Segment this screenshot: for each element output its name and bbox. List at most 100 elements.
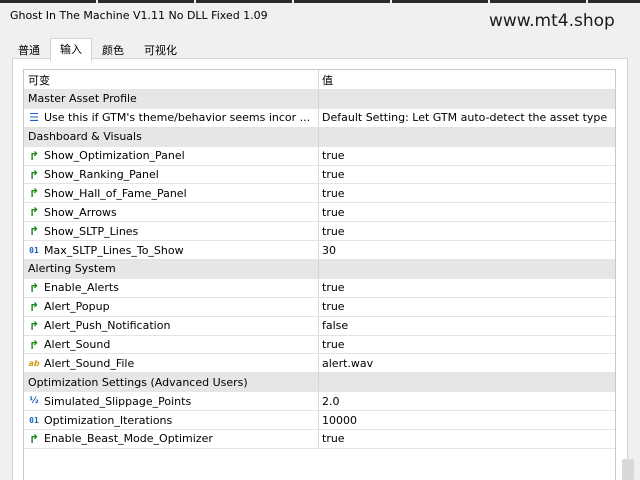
param-name-cell: Dashboard & Visuals [24, 127, 319, 146]
param-value-cell[interactable]: true [319, 166, 615, 184]
param-name: Enable_Beast_Mode_Optimizer [44, 432, 213, 446]
param-name: Optimization_Iterations [44, 413, 173, 427]
param-name: Alert_Push_Notification [44, 319, 171, 333]
param-name: Show_Ranking_Panel [44, 168, 159, 181]
table-row[interactable]: ↱ Show_Hall_of_Fame_Panel true [24, 184, 615, 204]
param-name: Max_SLTP_Lines_To_Show [44, 243, 184, 257]
group-row: Optimization Settings (Advanced Users) [24, 373, 615, 393]
param-name: Show_Hall_of_Fame_Panel [44, 186, 187, 200]
table-header: 可变 值 [24, 70, 615, 90]
table-row[interactable]: ↱ Alert_Popup true [24, 297, 615, 317]
group-label: Alerting System [28, 262, 116, 276]
param-name: Alert_Popup [44, 300, 110, 314]
inputs-table: 可变 值 Master Asset Profile ☰ Use this if GT… [23, 69, 616, 480]
scrollbar-thumb[interactable] [622, 459, 634, 480]
param-name-cell: ab Alert_Sound_File [24, 354, 319, 373]
int-icon: 01 [29, 415, 39, 425]
bool-icon: ↱ [28, 280, 40, 295]
group-row: Alerting System [24, 260, 615, 279]
table-row[interactable]: ↱ Enable_Beast_Mode_Optimizer true [24, 430, 615, 449]
string-icon: ab [28, 358, 40, 368]
param-value: true [322, 186, 345, 200]
param-value: true [322, 149, 345, 163]
param-value: true [322, 338, 345, 352]
watermark-text: www.mt4.shop [489, 11, 615, 31]
bool-icon: ↱ [28, 431, 40, 446]
group-row: Master Asset Profile [24, 90, 615, 109]
int-icon: 01 [29, 245, 39, 255]
table-row[interactable]: 01 Max_SLTP_Lines_To_Show 30 [24, 241, 615, 261]
param-name-cell: ☰ Use this if GTM's theme/behavior seems … [24, 108, 319, 127]
param-name: Alert_Sound_File [44, 356, 135, 370]
param-value-cell[interactable]: true [319, 203, 615, 221]
table-row[interactable]: ↱ Show_Optimization_Panel true [24, 146, 615, 166]
bool-icon: ↱ [28, 299, 40, 314]
param-name-cell: ↱ Enable_Alerts [24, 278, 319, 297]
group-row: Dashboard & Visuals [24, 127, 615, 147]
param-value: true [322, 168, 345, 181]
param-name: Show_Optimization_Panel [44, 149, 185, 163]
header-value[interactable]: 值 [319, 70, 615, 89]
param-value: 2.0 [322, 394, 340, 408]
table-row[interactable]: ½ Simulated_Slippage_Points 2.0 [24, 392, 615, 412]
group-label: Master Asset Profile [28, 92, 137, 106]
param-value-cell[interactable]: 30 [319, 241, 615, 259]
param-name: Use this if GTM's theme/behavior seems i… [44, 111, 311, 125]
group-label: Dashboard & Visuals [28, 130, 142, 144]
param-name: Show_SLTP_Lines [44, 224, 139, 238]
table-row[interactable]: ↱ Alert_Sound true [24, 335, 615, 355]
bool-icon: ↱ [28, 148, 40, 163]
table-row[interactable]: ↱ Alert_Push_Notification false [24, 316, 615, 336]
param-value: true [322, 281, 345, 295]
bool-icon: ↱ [28, 318, 40, 333]
table-row[interactable]: ☰ Use this if GTM's theme/behavior seems … [24, 108, 615, 128]
param-name: Enable_Alerts [44, 281, 119, 295]
param-name-cell: Master Asset Profile [24, 90, 319, 108]
param-name-cell: 01 Optimization_Iterations [24, 411, 319, 430]
tab-inputs[interactable]: 输入 [50, 38, 92, 62]
table-row[interactable]: ab Alert_Sound_File alert.wav [24, 354, 615, 374]
param-name: Alert_Sound [44, 338, 111, 352]
param-name-cell: ↱ Show_Ranking_Panel [24, 165, 319, 184]
param-value: 30 [322, 243, 336, 257]
param-value-cell[interactable]: true [319, 184, 615, 202]
table-row[interactable]: ↱ Show_SLTP_Lines true [24, 222, 615, 242]
param-name-cell: ↱ Enable_Beast_Mode_Optimizer [24, 430, 319, 448]
param-value-cell[interactable]: true [319, 430, 615, 448]
param-name-cell: ½ Simulated_Slippage_Points [24, 392, 319, 411]
param-value-cell[interactable]: alert.wav [319, 354, 615, 372]
double-icon: ½ [29, 396, 39, 407]
param-value: false [322, 319, 349, 333]
param-value-cell[interactable]: true [319, 298, 615, 316]
param-name-cell: ↱ Show_Hall_of_Fame_Panel [24, 184, 319, 203]
param-value-cell[interactable]: false [319, 317, 615, 335]
table-row[interactable]: 01 Optimization_Iterations 10000 [24, 411, 615, 431]
group-value-cell [319, 260, 615, 278]
header-variable[interactable]: 可变 [24, 70, 319, 89]
param-name-cell: ↱ Show_Arrows [24, 203, 319, 222]
param-value: true [322, 224, 345, 238]
group-value-cell [319, 90, 615, 108]
table-row[interactable]: ↱ Show_Ranking_Panel true [24, 165, 615, 185]
param-value-cell[interactable]: Default Setting: Let GTM auto-detect the… [319, 109, 615, 127]
bool-icon: ↱ [28, 337, 40, 352]
enum-icon: ☰ [29, 111, 39, 125]
param-value-cell[interactable]: true [319, 147, 615, 165]
param-name-cell: ↱ Alert_Push_Notification [24, 316, 319, 335]
param-value-cell[interactable]: true [319, 336, 615, 354]
bool-icon: ↱ [28, 224, 40, 239]
param-name-cell: 01 Max_SLTP_Lines_To_Show [24, 241, 319, 260]
group-label: Optimization Settings (Advanced Users) [28, 375, 248, 389]
bool-icon: ↱ [28, 205, 40, 220]
inputs-panel: 可变 值 Master Asset Profile ☰ Use this if GT… [12, 58, 628, 480]
param-value-cell[interactable]: 2.0 [319, 392, 615, 410]
param-name-cell: ↱ Show_Optimization_Panel [24, 146, 319, 165]
param-value-cell[interactable]: 10000 [319, 411, 615, 429]
param-value: true [322, 205, 345, 219]
table-row[interactable]: ↱ Enable_Alerts true [24, 278, 615, 298]
param-value-cell[interactable]: true [319, 222, 615, 240]
group-value-cell [319, 128, 615, 146]
param-value-cell[interactable]: true [319, 279, 615, 297]
table-row[interactable]: ↱ Show_Arrows true [24, 203, 615, 223]
param-value: true [322, 300, 345, 314]
